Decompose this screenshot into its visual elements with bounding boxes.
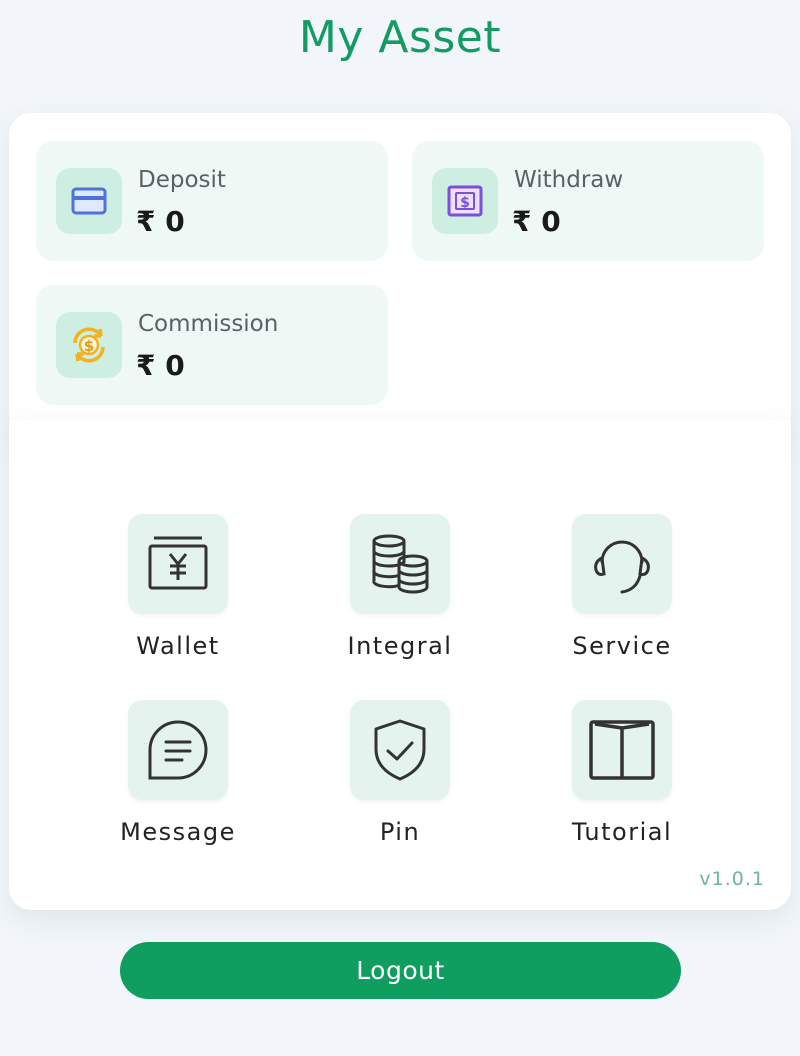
withdraw-item[interactable]: $ Withdraw ₹ 0 [412,141,764,261]
page-title: My Asset [298,12,502,63]
deposit-label: Deposit [138,167,226,193]
asset-summary-card: Deposit ₹ 0 $ Withdraw ₹ 0 $ Commission [9,113,791,435]
menu-message[interactable]: Message [78,700,278,846]
headset-icon [572,514,672,614]
commission-item[interactable]: $ Commission ₹ 0 [36,285,388,405]
deposit-amount: ₹ 0 [136,205,185,238]
menu-tutorial[interactable]: Tutorial [522,700,722,846]
menu-service[interactable]: Service [522,514,722,660]
svg-text:$: $ [84,337,94,355]
commission-amount: ₹ 0 [136,349,185,382]
shield-check-icon [350,700,450,800]
menu-integral[interactable]: Integral [300,514,500,660]
menu-label: Integral [347,632,453,660]
withdraw-amount: ₹ 0 [512,205,561,238]
version-label: v1.0.1 [699,868,765,890]
menu-label: Pin [379,818,421,846]
menu-card: Wallet Integral Service Message Pin Tuto… [9,420,791,910]
menu-pin[interactable]: Pin [300,700,500,846]
deposit-item[interactable]: Deposit ₹ 0 [36,141,388,261]
coins-icon [350,514,450,614]
menu-label: Wallet [136,632,220,660]
wallet-yen-icon [128,514,228,614]
logout-button[interactable]: Logout [120,942,681,999]
menu-label: Message [120,818,236,846]
cash-icon: $ [432,168,498,234]
withdraw-label: Withdraw [514,167,624,193]
menu-label: Tutorial [571,818,673,846]
book-icon [572,700,672,800]
svg-text:$: $ [460,195,470,211]
chat-icon [128,700,228,800]
exchange-dollar-icon: $ [56,312,122,378]
commission-label: Commission [138,311,279,337]
menu-label: Service [572,632,672,660]
card-icon [56,168,122,234]
menu-wallet[interactable]: Wallet [78,514,278,660]
